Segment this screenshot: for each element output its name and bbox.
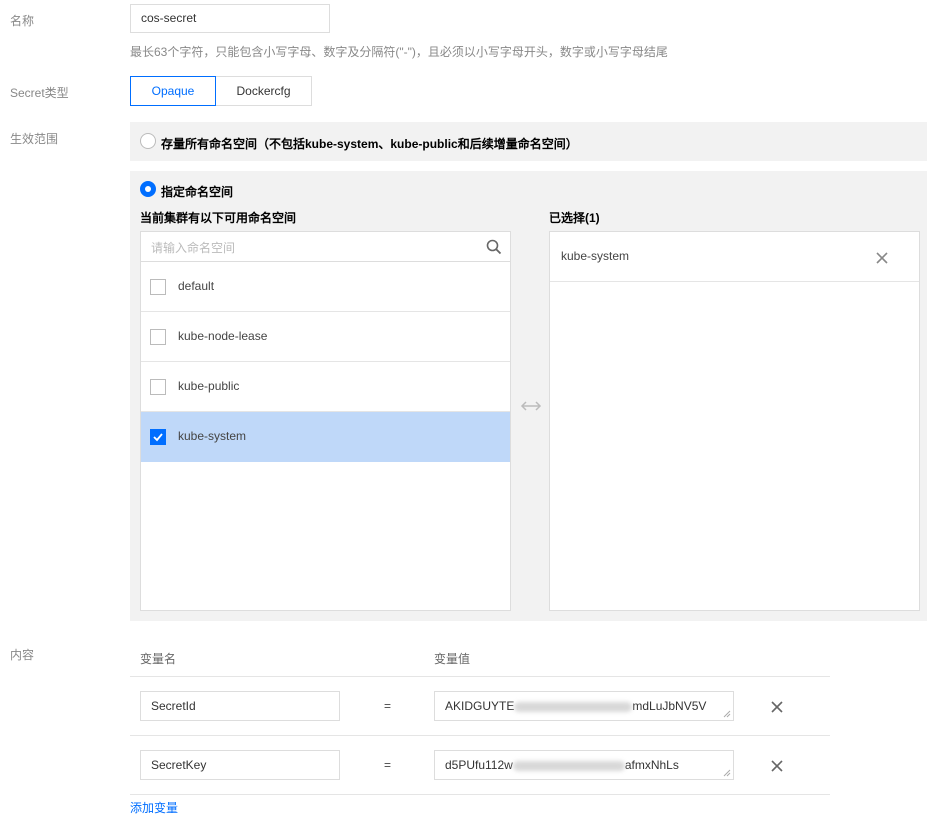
scope-all-label: 存量所有命名空间（不包括kube-system、kube-public和后续增量…	[161, 137, 578, 151]
redacted-blur	[512, 760, 625, 771]
column-header-name: 变量名	[140, 652, 177, 666]
search-icon[interactable]	[486, 239, 502, 255]
redacted-blur	[514, 701, 633, 712]
transfer-arrows-icon	[519, 397, 543, 415]
close-icon[interactable]	[770, 700, 784, 714]
selected-item-kube-system: kube-system	[550, 232, 919, 282]
add-variable-link[interactable]: 添加变量	[130, 799, 178, 816]
checkbox[interactable]	[150, 279, 166, 295]
scope-all-radio[interactable]	[140, 133, 156, 149]
name-input[interactable]: cos-secret	[130, 4, 330, 33]
column-header-value: 变量值	[434, 652, 471, 666]
secret-type-label: Secret类型	[10, 86, 69, 100]
namespace-label: kube-system	[178, 429, 247, 443]
variable-name-input[interactable]: SecretKey	[140, 750, 340, 780]
checkbox[interactable]	[150, 329, 166, 345]
close-icon[interactable]	[770, 759, 784, 773]
selected-namespaces-title: 已选择(1)	[549, 211, 600, 225]
resize-handle-icon	[723, 769, 731, 777]
type-option-opaque[interactable]: Opaque	[130, 76, 216, 106]
namespace-search-input[interactable]: 请输入命名空间	[141, 232, 510, 262]
value-prefix: d5PUfu112w	[445, 758, 513, 772]
available-namespaces-title: 当前集群有以下可用命名空间	[140, 211, 297, 225]
value-suffix: mdLuJbNV5V	[632, 699, 707, 713]
divider	[130, 676, 830, 677]
divider	[130, 735, 830, 736]
equals-sign: =	[384, 758, 392, 772]
checkbox-checked[interactable]	[150, 429, 166, 445]
namespace-label: kube-node-lease	[178, 329, 268, 343]
check-icon	[153, 433, 163, 442]
scope-specific-radio[interactable]	[140, 181, 156, 197]
type-option-dockercfg[interactable]: Dockercfg	[215, 76, 312, 106]
available-namespaces-list: 请输入命名空间 default kube-node-lease kube-pub…	[140, 231, 511, 611]
selected-namespaces-list: kube-system	[549, 231, 920, 611]
namespace-label: default	[178, 279, 215, 293]
namespace-item-kube-public[interactable]: kube-public	[141, 362, 510, 412]
variable-name-input[interactable]: SecretId	[140, 691, 340, 721]
checkbox[interactable]	[150, 379, 166, 395]
scope-specific-label: 指定命名空间	[161, 185, 234, 199]
close-icon[interactable]	[875, 251, 889, 265]
search-placeholder: 请输入命名空间	[151, 241, 236, 255]
value-prefix: AKIDGUYTE	[445, 699, 515, 713]
scope-option-all-row[interactable]: 存量所有命名空间（不包括kube-system、kube-public和后续增量…	[130, 122, 927, 161]
name-label: 名称	[10, 14, 35, 28]
equals-sign: =	[384, 699, 392, 713]
variable-value-input[interactable]: d5PUfu112w afmxNhLs	[434, 750, 734, 780]
value-suffix: afmxNhLs	[624, 758, 679, 772]
content-label: 内容	[10, 648, 35, 662]
divider	[130, 794, 830, 795]
namespace-item-kube-system[interactable]: kube-system	[141, 412, 510, 462]
namespace-item-kube-node-lease[interactable]: kube-node-lease	[141, 312, 510, 362]
selected-item-label: kube-system	[561, 249, 630, 263]
namespace-item-default[interactable]: default	[141, 262, 510, 312]
scope-label: 生效范围	[10, 132, 59, 146]
resize-handle-icon	[723, 710, 731, 718]
variable-value-input[interactable]: AKIDGUYTE mdLuJbNV5V	[434, 691, 734, 721]
name-hint: 最长63个字符，只能包含小写字母、数字及分隔符("-")，且必须以小写字母开头，…	[130, 45, 668, 59]
namespace-label: kube-public	[178, 379, 240, 393]
